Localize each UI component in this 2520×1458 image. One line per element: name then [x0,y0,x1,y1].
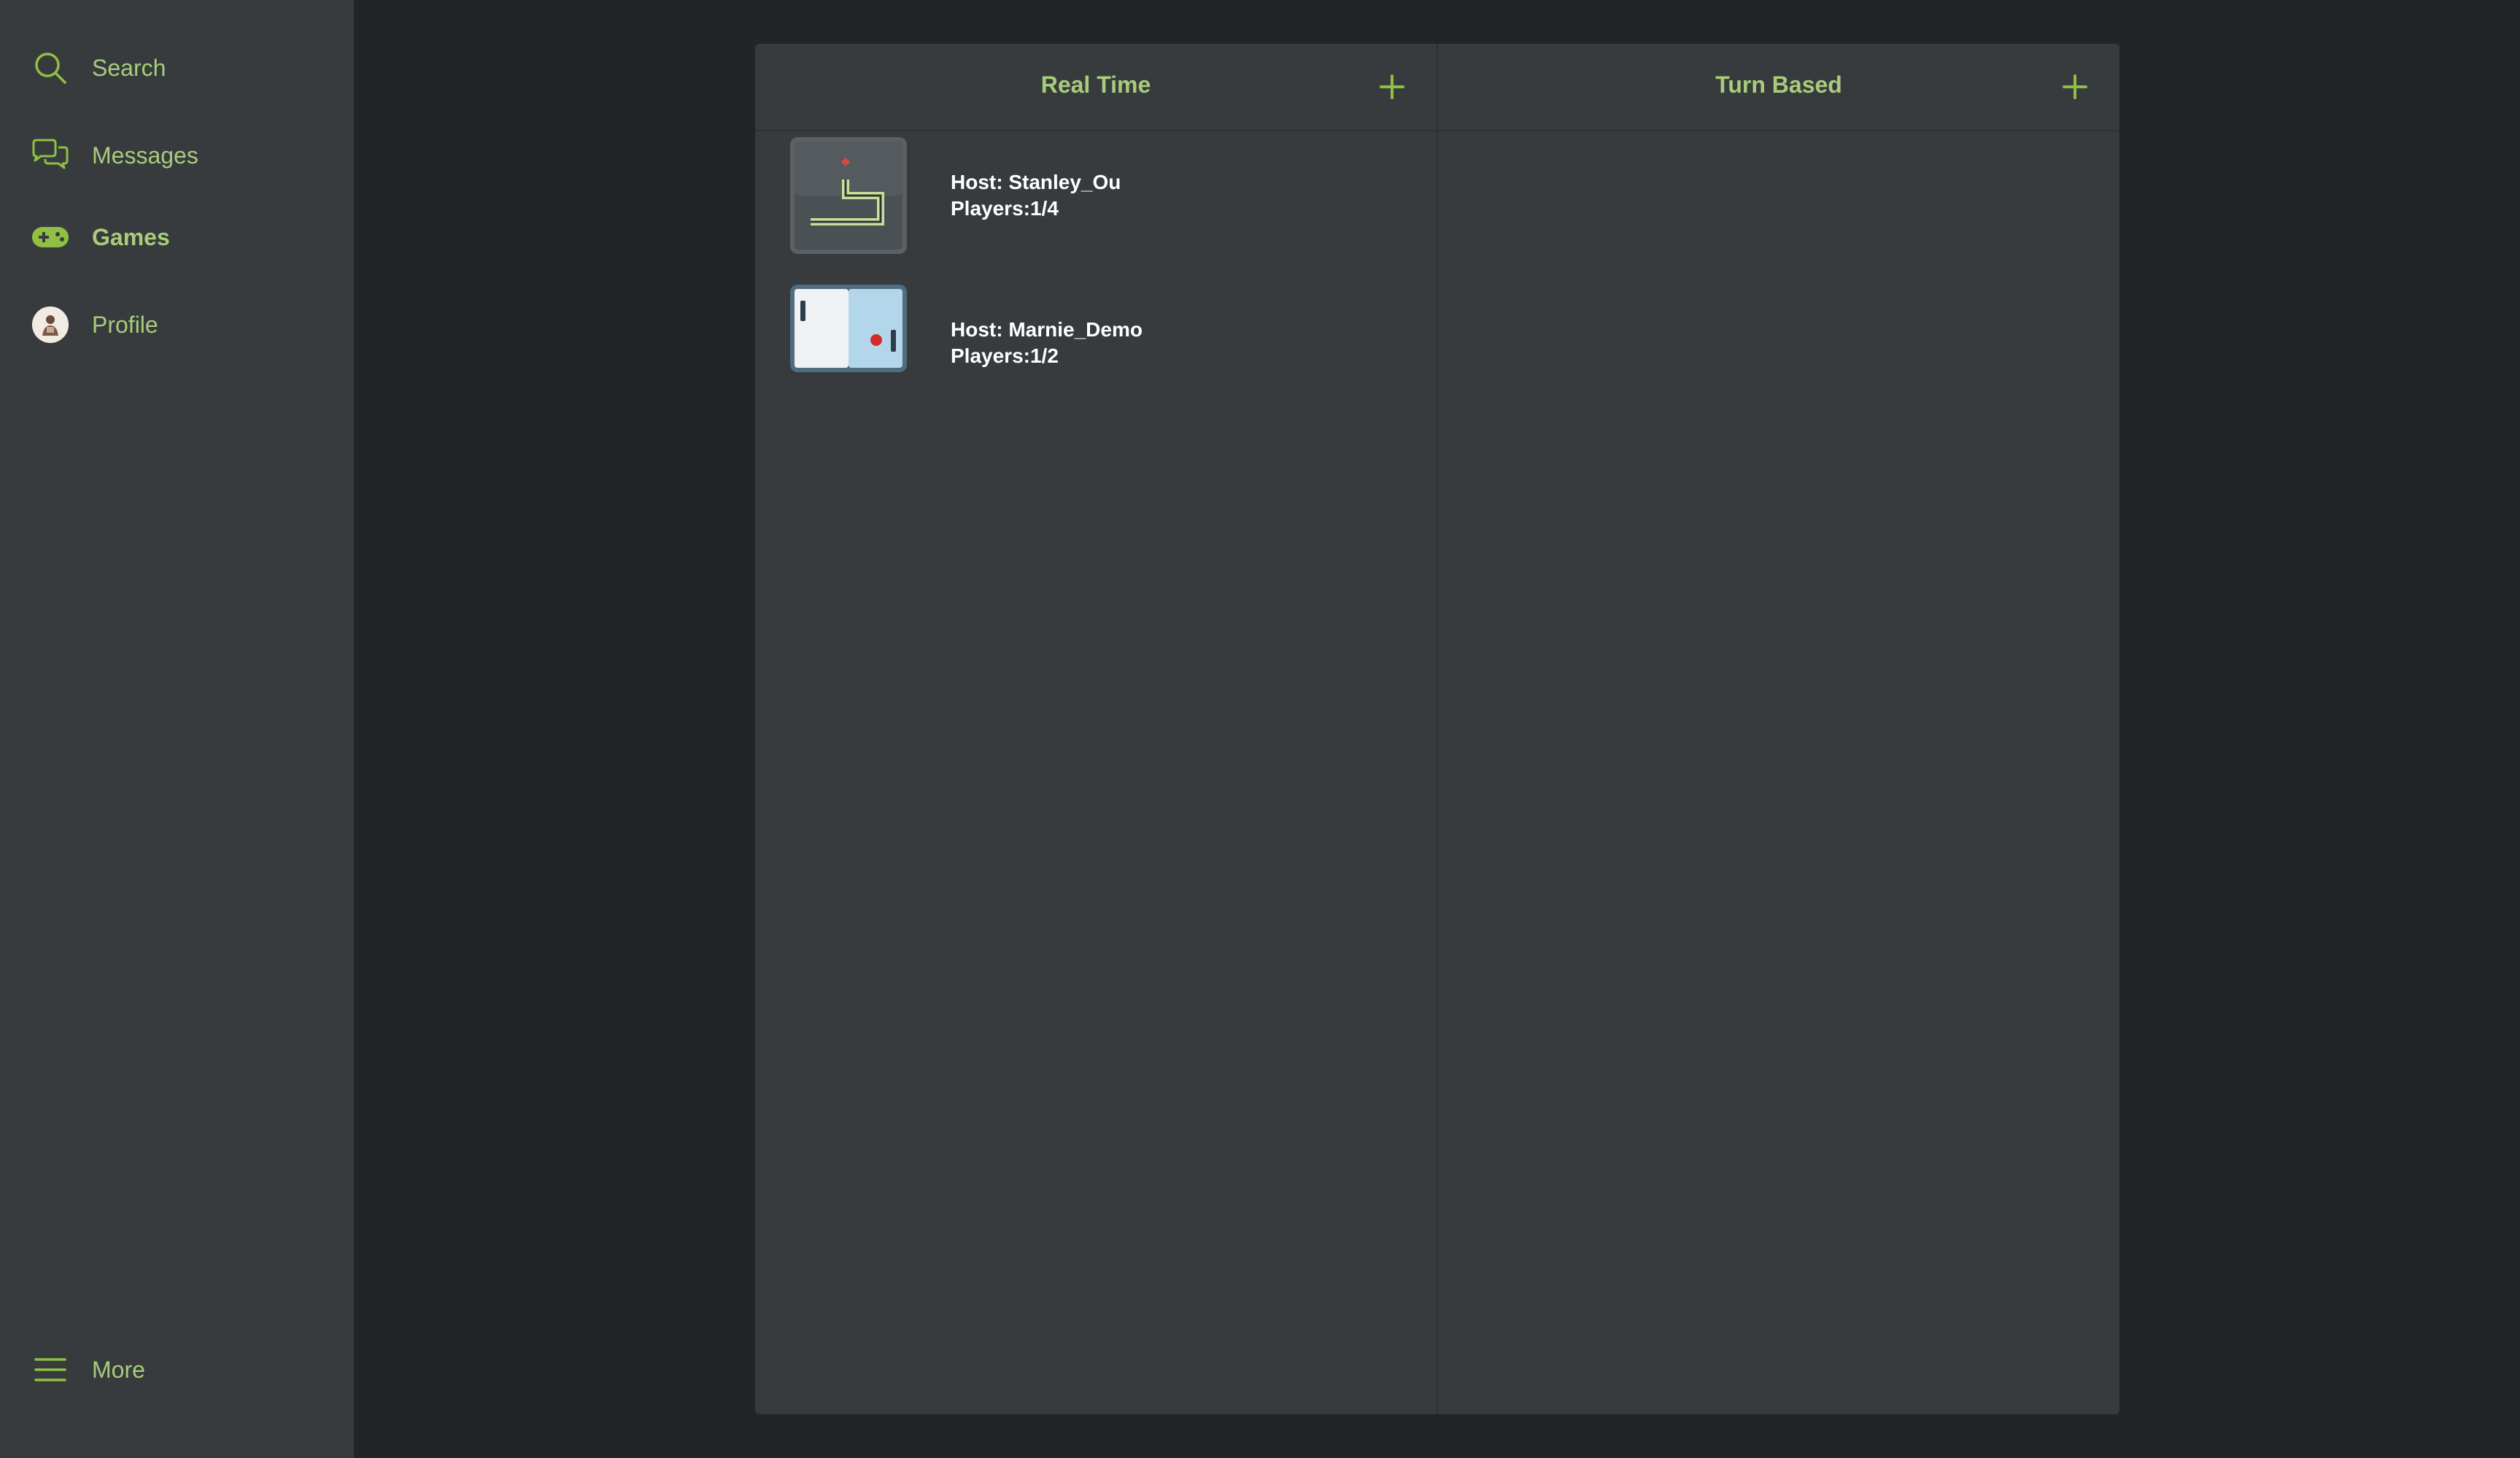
column-title: Turn Based [1715,72,1842,98]
sidebar-item-label: More [92,1356,145,1383]
pong-game-icon [790,285,907,401]
sidebar-item-messages[interactable]: Messages [31,126,198,185]
hamburger-menu-icon [31,1350,70,1389]
messages-icon [31,136,70,175]
sidebar-item-label: Messages [92,142,198,169]
game-list-item[interactable]: Host: Marnie_Demo Players:1/2 [790,285,1403,401]
sidebar-item-label: Games [92,223,170,250]
sidebar-item-search[interactable]: Search [31,39,166,97]
game-list-item[interactable]: Host: Stanley_Ou Players:1/4 [790,137,1403,254]
sidebar-item-more[interactable]: More [31,1341,145,1399]
turn-based-column: Turn Based [1438,44,2119,1414]
sidebar-item-games[interactable]: Games [31,208,170,266]
column-header: Real Time [755,44,1437,131]
gamepad-icon [31,217,70,257]
sidebar: Search Messages Games Profile More [0,0,354,1458]
game-players: Players:1/2 [951,344,1059,367]
games-panel: Real Time Host: Stanley_Ou Players:1/4 H… [755,44,2119,1414]
avatar-wrapper [31,305,70,344]
column-header: Turn Based [1438,44,2119,131]
add-real-time-game-button[interactable] [1375,70,1409,104]
add-turn-based-game-button[interactable] [2058,70,2092,104]
search-icon [31,48,70,88]
game-info: Host: Stanley_Ou Players:1/4 [951,169,1121,222]
column-title: Real Time [1040,72,1151,98]
sidebar-item-label: Profile [92,311,158,338]
game-host: Host: Marnie_Demo [951,318,1143,341]
app: Search Messages Games Profile More Real … [0,0,2520,1458]
game-players: Players:1/4 [951,197,1059,220]
avatar [32,306,69,343]
game-info: Host: Marnie_Demo Players:1/2 [951,317,1143,369]
snake-game-icon [790,137,907,254]
sidebar-item-label: Search [92,54,166,81]
game-host: Host: Stanley_Ou [951,171,1121,193]
sidebar-item-profile[interactable]: Profile [31,296,158,354]
real-time-column: Real Time Host: Stanley_Ou Players:1/4 H… [755,44,1437,1414]
